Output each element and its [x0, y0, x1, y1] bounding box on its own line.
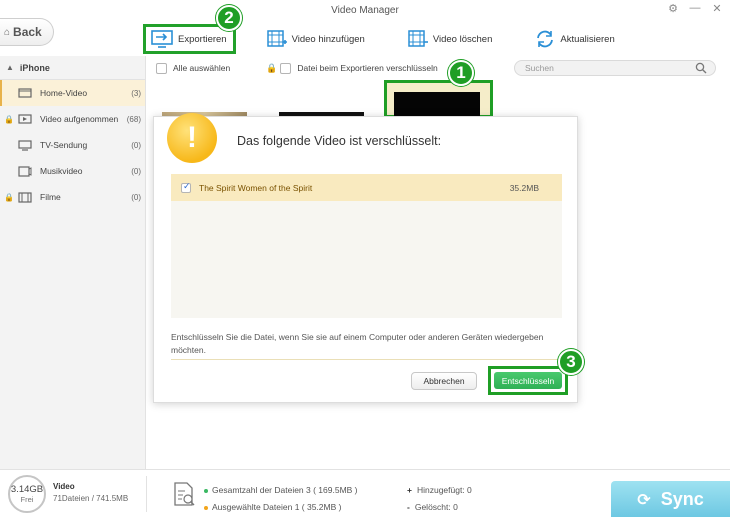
- back-button[interactable]: ⌂ Back: [0, 18, 54, 46]
- sidebar-item-count: (0): [131, 140, 141, 150]
- settings-icon[interactable]: ⚙: [666, 2, 680, 15]
- film-icon: [14, 191, 36, 203]
- encrypted-video-list: The Spirit Women of the Spirit 35.2MB: [171, 174, 562, 318]
- refresh-icon: [537, 30, 554, 48]
- dialog-note: Entschlüsseln Sie die Datei, wenn Sie si…: [171, 332, 544, 355]
- deleted-icon: -: [407, 502, 410, 512]
- window-title: Video Manager: [331, 5, 399, 16]
- status-footer: 3.14GB Frei Video 71Dateien / 741.5MB Ge…: [0, 469, 730, 517]
- encrypt-checkbox[interactable]: [280, 62, 292, 74]
- refresh-label: Aktualisieren: [560, 33, 615, 45]
- list-toolbar: Alle auswählen 🔒 Datei beim Exportieren …: [147, 57, 730, 79]
- divider: [171, 359, 562, 360]
- capacity-gauge: 3.14GB Frei: [8, 475, 46, 513]
- added-icon: +: [407, 485, 412, 495]
- search-placeholder: Suchen: [525, 63, 554, 73]
- dialog-title: Das folgende Video ist verschlüsselt:: [237, 134, 442, 148]
- sidebar-item-count: (0): [131, 166, 141, 176]
- search-input[interactable]: Suchen: [514, 60, 716, 76]
- sidebar-item-movies[interactable]: 🔒 Filme (0): [0, 184, 145, 210]
- selected-dot: [204, 505, 208, 510]
- search-icon[interactable]: [695, 62, 707, 74]
- cancel-button[interactable]: Abbrechen: [411, 372, 477, 390]
- lock-icon: 🔒: [266, 62, 278, 73]
- export-label: Exportieren: [178, 33, 227, 45]
- sidebar-item-recorded-video[interactable]: 🔒 Video aufgenommen (68): [0, 106, 145, 132]
- add-video-label: Video hinzufügen: [291, 33, 365, 45]
- total-dot: [204, 488, 208, 493]
- file-stats: Gesamtzahl der Dateien 3 ( 169.5MB ) Aus…: [204, 482, 358, 516]
- sidebar-item-home-video[interactable]: Home-Video (3): [0, 80, 145, 106]
- video-size: 35.2MB: [509, 182, 539, 193]
- divider: [146, 476, 147, 512]
- back-label: Back: [13, 25, 42, 39]
- encrypt-label: Datei beim Exportieren verschlüsseln: [297, 63, 438, 73]
- document-icon: [174, 482, 195, 506]
- collapse-icon: ▲: [6, 63, 14, 72]
- warning-icon: !: [167, 113, 217, 163]
- category-summary: Video 71Dateien / 741.5MB: [53, 482, 128, 503]
- home-icon: ⌂: [4, 26, 11, 38]
- window-controls: ⚙ — ✕: [666, 2, 724, 15]
- sidebar-item-label: TV-Sendung: [40, 140, 88, 150]
- lock-icon: 🔒: [4, 192, 14, 202]
- video-name: The Spirit Women of the Spirit: [199, 182, 313, 193]
- delete-video-label: Video löschen: [432, 33, 493, 45]
- video-thumbnail-selected[interactable]: [384, 80, 493, 118]
- category-stats: 71Dateien / 741.5MB: [53, 494, 129, 503]
- sidebar-item-label: Filme: [40, 192, 61, 202]
- select-all-checkbox[interactable]: [156, 62, 167, 74]
- encrypt-on-export[interactable]: 🔒 Datei beim Exportieren verschlüsseln: [266, 62, 438, 74]
- sidebar-item-count: (0): [131, 192, 141, 202]
- annotation-badge-3: 3: [558, 349, 584, 375]
- music-video-icon: [14, 165, 36, 177]
- select-all-label: Alle auswählen: [173, 63, 231, 73]
- sync-icon: ⟳: [637, 491, 651, 509]
- add-video-button[interactable]: Video hinzufügen: [266, 25, 365, 53]
- change-counts: + Hinzugefügt: 0 - Gelöscht: 0: [407, 482, 472, 516]
- home-video-icon: [14, 88, 36, 98]
- sidebar-item-tv-show[interactable]: TV-Sendung (0): [0, 132, 145, 158]
- sidebar-item-music-video[interactable]: Musikvideo (0): [0, 158, 145, 184]
- annotation-badge-1: 1: [448, 60, 474, 86]
- delete-video-icon: [408, 30, 428, 47]
- device-name: iPhone: [19, 62, 50, 73]
- add-video-icon: [266, 30, 287, 47]
- decrypt-button-highlight: Entschlüsseln: [488, 366, 568, 395]
- tv-icon: [14, 139, 36, 151]
- camera-icon: [14, 114, 36, 124]
- sync-label: Sync: [660, 489, 704, 509]
- deleted-count: Gelöscht: 0: [414, 502, 458, 512]
- sidebar: ▲ iPhone Home-Video (3) 🔒 Video aufgenom…: [0, 56, 146, 469]
- sidebar-item-label: Musikvideo: [40, 166, 83, 176]
- refresh-button[interactable]: Aktualisieren: [534, 25, 615, 53]
- category-name: Video: [53, 482, 75, 491]
- sidebar-item-label: Video aufgenommen: [40, 114, 119, 124]
- sync-button[interactable]: ⟳ Sync: [611, 481, 730, 517]
- select-all[interactable]: Alle auswählen: [156, 62, 231, 74]
- added-count: Hinzugefügt: 0: [416, 485, 472, 495]
- export-icon: [151, 30, 173, 48]
- decrypt-button[interactable]: Entschlüsseln: [494, 372, 562, 389]
- minimize-icon[interactable]: —: [688, 2, 702, 15]
- total-files: Gesamtzahl der Dateien 3 ( 169.5MB ): [212, 485, 358, 495]
- lock-icon: 🔒: [4, 114, 14, 124]
- sidebar-item-count: (3): [131, 88, 141, 98]
- delete-video-button[interactable]: Video löschen: [407, 25, 493, 53]
- device-header[interactable]: ▲ iPhone: [0, 56, 145, 80]
- annotation-badge-2: 2: [216, 5, 242, 31]
- selected-files: Ausgewählte Dateien 1 ( 35.2MB ): [212, 502, 342, 512]
- video-checkbox[interactable]: [181, 181, 191, 193]
- sidebar-item-label: Home-Video: [40, 88, 88, 98]
- sidebar-item-count: (68): [126, 114, 141, 124]
- list-item[interactable]: The Spirit Women of the Spirit 35.2MB: [171, 174, 562, 201]
- capacity-label: Frei: [20, 495, 34, 504]
- decrypt-dialog: ! Das folgende Video ist verschlüsselt: …: [153, 113, 578, 403]
- close-icon[interactable]: ✕: [710, 2, 724, 15]
- capacity-value: 3.14GB: [10, 484, 44, 495]
